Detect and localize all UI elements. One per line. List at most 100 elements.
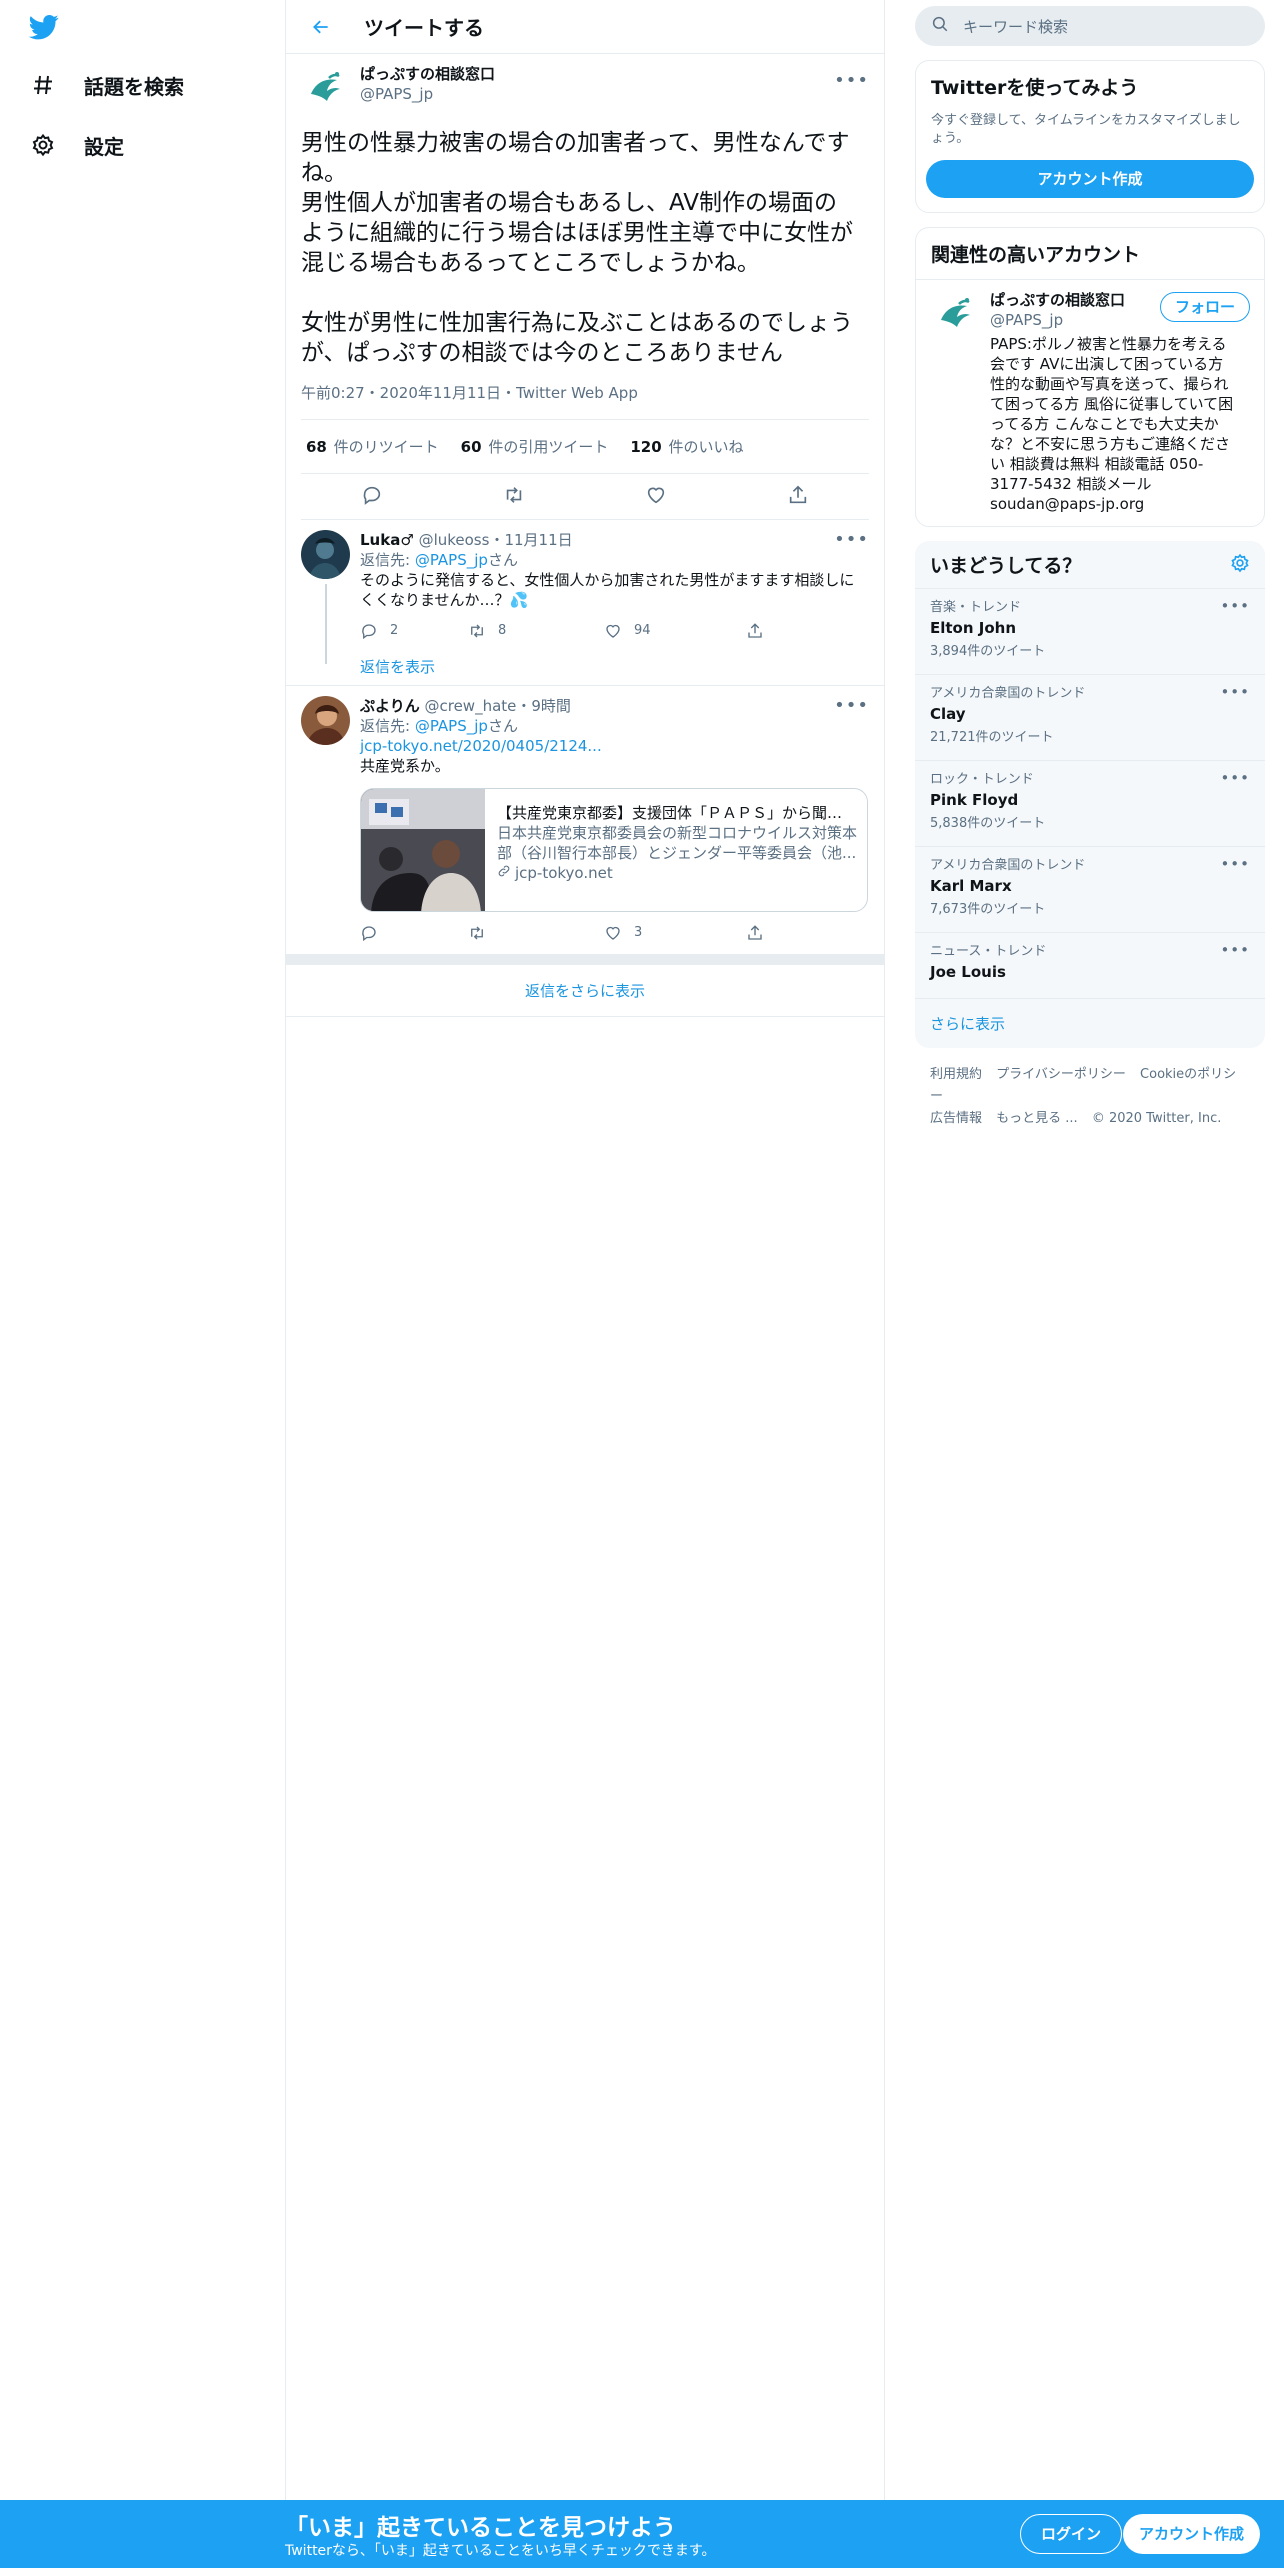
thread-line (325, 584, 327, 664)
trend-item[interactable]: アメリカ合衆国のトレンド Clay 21,721件のツイート ••• (915, 675, 1265, 761)
tweet-actions (301, 474, 869, 520)
tweet-timestamp[interactable]: 午前0:27・2020年11月11日・Twitter Web App (301, 382, 869, 420)
retweet-button[interactable]: 8 (468, 621, 604, 641)
footer-link-more[interactable]: もっと見る ... (996, 1111, 1078, 1126)
trends-header: いまどうしてる？ (915, 541, 1265, 589)
more-options-icon[interactable]: ••• (1220, 769, 1250, 787)
bottom-signup-bar: 「いま」起きていることを見つけよう Twitterなら、「いま」起きていることを… (0, 2500, 1284, 2568)
nav-explore[interactable]: 話題を検索 (30, 63, 184, 107)
trend-item[interactable]: ニュース・トレンド Joe Louis ••• (915, 933, 1265, 999)
reply-author-name[interactable]: Luka♂ (360, 531, 414, 549)
reply-tweet[interactable]: ぷよりん @crew_hate・9時間 ••• 返信先: @PAPS_jpさん … (286, 686, 884, 955)
avatar[interactable] (301, 696, 350, 745)
author-name[interactable]: ぱっぷすの相談窓口 (360, 64, 495, 84)
more-options-icon[interactable]: ••• (1220, 941, 1250, 959)
search-icon (931, 15, 949, 37)
more-options-icon[interactable]: ••• (1220, 597, 1250, 615)
follow-button[interactable]: フォロー (1159, 292, 1250, 322)
show-more-replies-link[interactable]: 返信をさらに表示 (286, 965, 884, 1017)
reply-time[interactable]: ・9時間 (516, 697, 571, 715)
reply-time[interactable]: ・11月11日 (489, 531, 572, 549)
signup-button[interactable]: アカウント作成 (1123, 2514, 1261, 2554)
more-options-icon[interactable]: ••• (834, 530, 869, 550)
footer-links: 利用規約 プライバシーポリシー Cookieのポリシー 広告情報 もっと見る .… (915, 1064, 1265, 1130)
mention-link[interactable]: @PAPS_jp (415, 717, 488, 735)
avatar[interactable] (301, 64, 350, 113)
trends-title: いまどうしてる？ (930, 555, 1082, 577)
reply-actions: 3 (360, 922, 869, 944)
trend-name: Pink Floyd (930, 791, 1019, 809)
more-options-icon[interactable]: ••• (1220, 855, 1250, 873)
hashtag-icon (30, 72, 56, 98)
more-options-icon[interactable]: ••• (834, 70, 869, 91)
reply-button[interactable] (360, 924, 468, 942)
login-button[interactable]: ログイン (1020, 2514, 1123, 2554)
like-button[interactable]: 3 (604, 923, 746, 943)
main-tweet: ぱっぷすの相談窓口 @PAPS_jp ••• 男性の性暴力被害の場合の加害者って… (286, 54, 884, 520)
reply-actions: 2 8 94 (360, 620, 869, 642)
quote-count[interactable]: 60 件の引用ツイート (461, 436, 609, 457)
share-icon (748, 925, 762, 940)
retweet-icon[interactable] (503, 484, 525, 510)
like-button[interactable]: 94 (604, 621, 746, 641)
retweet-count[interactable]: 68 件のリツイート (306, 436, 439, 457)
footer-link-ads[interactable]: 広告情報 (930, 1111, 982, 1126)
heart-icon[interactable] (645, 484, 667, 510)
trend-item[interactable]: ロック・トレンド Pink Floyd 5,838件のツイート ••• (915, 761, 1265, 847)
tweet-stats: 68 件のリツイート 60 件の引用ツイート 120 件のいいね (301, 420, 869, 474)
gear-icon[interactable] (1230, 553, 1250, 577)
share-button[interactable] (746, 622, 854, 640)
trend-category: ニュース・トレンド (930, 944, 1047, 959)
url-link[interactable]: jcp-tokyo.net/2020/0405/2124... (360, 736, 869, 756)
replying-to: 返信先: @PAPS_jpさん (360, 551, 518, 569)
footer-link-terms[interactable]: 利用規約 (930, 1067, 982, 1082)
share-icon[interactable] (787, 484, 809, 510)
reply-icon (362, 624, 376, 640)
create-account-button[interactable]: アカウント作成 (926, 160, 1254, 198)
reply-text: 共産党系か。 (360, 757, 450, 775)
author-handle[interactable]: @PAPS_jp (360, 84, 495, 104)
related-account[interactable]: ぱっぷすの相談窓口 @PAPS_jp PAPS:ポルノ被害と性暴力を考える会です… (916, 279, 1264, 526)
card-title: 【共産党東京都委】支援団体「ＰＡＰＳ」から聞き取り... (497, 804, 857, 822)
avatar[interactable] (931, 290, 980, 339)
page-header: ツイートする (286, 0, 884, 54)
section-divider (286, 955, 884, 965)
more-options-icon[interactable]: ••• (1220, 683, 1250, 701)
retweet-icon (471, 926, 483, 940)
share-button[interactable] (746, 924, 854, 942)
trend-name: Karl Marx (930, 877, 1012, 895)
show-more-trends-link[interactable]: さらに表示 (915, 999, 1265, 1048)
reply-tweet[interactable]: Luka♂ @lukeoss・11月11日 ••• 返信先: @PAPS_jpさ… (286, 520, 884, 686)
replying-to: 返信先: @PAPS_jpさん (360, 717, 518, 735)
trend-count: 7,673件のツイート (930, 902, 1046, 917)
tweet-text: 男性の性暴力被害の場合の加害者って、男性なんですね。 男性個人が加害者の場合もあ… (301, 130, 853, 366)
nav-settings[interactable]: 設定 (30, 123, 124, 167)
reply-author-handle[interactable]: @lukeoss (419, 531, 490, 549)
more-options-icon[interactable]: ••• (834, 696, 869, 716)
avatar[interactable] (301, 530, 350, 579)
retweet-button[interactable] (468, 924, 604, 942)
share-icon (748, 623, 762, 638)
show-replies-link[interactable]: 返信を表示 (360, 656, 869, 677)
trend-count: 21,721件のツイート (930, 730, 1054, 745)
reply-author-handle[interactable]: @crew_hate (424, 697, 516, 715)
heart-icon (606, 926, 620, 940)
reply-button[interactable]: 2 (360, 621, 468, 641)
trend-name: Elton John (930, 619, 1017, 637)
main-column: ツイートする ぱっぷすの相談窓口 @PAPS_jp ••• 男性の性暴力被害の場… (285, 0, 885, 2500)
reply-author-name[interactable]: ぷよりん (360, 697, 420, 715)
twitter-logo-icon[interactable] (27, 12, 63, 42)
link-card[interactable]: 【共産党東京都委】支援団体「ＰＡＰＳ」から聞き取り... 日本共産党東京都委員会… (360, 788, 868, 912)
nav-explore-label: 話題を検索 (84, 74, 184, 99)
reply-icon[interactable] (361, 484, 383, 510)
mention-link[interactable]: @PAPS_jp (415, 551, 488, 569)
trend-item[interactable]: アメリカ合衆国のトレンド Karl Marx 7,673件のツイート ••• (915, 847, 1265, 933)
back-arrow-icon[interactable] (306, 12, 336, 42)
like-count[interactable]: 120 件のいいね (630, 436, 743, 457)
trend-item[interactable]: 音楽・トレンド Elton John 3,894件のツイート ••• (915, 589, 1265, 675)
related-title: 関連性の高いアカウント (931, 244, 1141, 266)
reply-header: ぷよりん @crew_hate・9時間 ••• (360, 696, 869, 716)
search-input[interactable]: キーワード検索 (915, 6, 1265, 46)
related-account-bio: PAPS:ポルノ被害と性暴力を考える会です AVに出演して困っている方 性的な動… (990, 335, 1234, 513)
footer-link-privacy[interactable]: プライバシーポリシー (996, 1067, 1126, 1082)
